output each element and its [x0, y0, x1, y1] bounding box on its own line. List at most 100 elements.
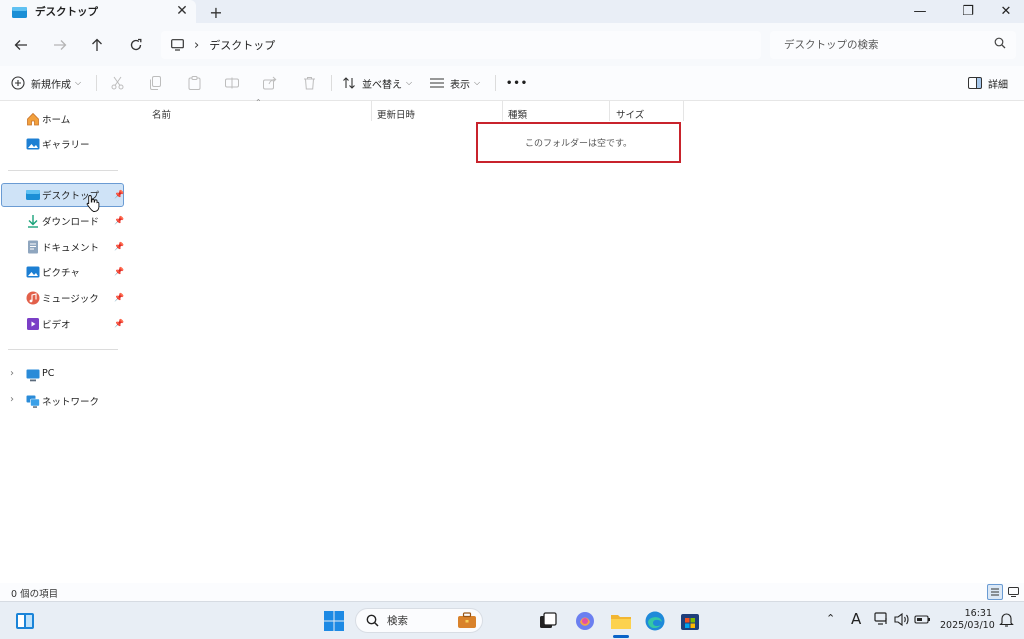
- sidebar-item-label: ピクチャ: [42, 268, 80, 279]
- search-box[interactable]: [770, 31, 1016, 59]
- pin-icon: 📌: [114, 319, 124, 328]
- column-divider[interactable]: [502, 101, 503, 121]
- column-divider[interactable]: [683, 101, 684, 121]
- taskbar-search[interactable]: 検索: [355, 608, 483, 633]
- music-icon: [26, 291, 40, 305]
- view-lines-icon: [430, 77, 444, 89]
- sidebar-item-label: ミュージック: [42, 294, 99, 305]
- pin-icon: 📌: [114, 293, 124, 302]
- sidebar-item-label: ネットワーク: [42, 397, 100, 408]
- address-bar[interactable]: › デスクトップ: [161, 31, 761, 59]
- back-arrow-icon[interactable]: [11, 35, 31, 55]
- sort-button[interactable]: 並べ替え ⌵: [342, 72, 412, 94]
- chevron-right-icon[interactable]: ›: [10, 368, 14, 379]
- rename-icon[interactable]: [221, 72, 243, 94]
- delete-icon[interactable]: [298, 72, 320, 94]
- details-label: 詳細: [988, 79, 1008, 91]
- details-pane-button[interactable]: 詳細: [968, 72, 1008, 94]
- documents-icon: [26, 240, 40, 254]
- details-pane-icon: [968, 77, 982, 89]
- close-button[interactable]: ✕: [986, 1, 1024, 21]
- display-network-icon[interactable]: [874, 612, 890, 631]
- chevron-right-icon[interactable]: ›: [10, 394, 14, 405]
- sidebar-item-label: ダウンロード: [42, 217, 100, 228]
- ime-indicator[interactable]: A: [851, 610, 861, 628]
- search-input[interactable]: [782, 38, 986, 52]
- breadcrumb-desktop[interactable]: デスクトップ: [209, 37, 275, 53]
- toolbar-divider: [331, 75, 332, 91]
- clock[interactable]: 16:31 2025/03/10: [940, 608, 995, 632]
- new-button[interactable]: 新規作成 ⌵: [11, 72, 81, 94]
- navigation-pane: ホーム ギャラリー デスクトップ 📌 ダウンロード 📌 ドキュメント 📌 ピクチ…: [0, 101, 124, 583]
- pc-icon: [26, 368, 40, 382]
- gallery-icon: [26, 137, 40, 151]
- search-icon: [366, 614, 379, 627]
- column-header-size[interactable]: サイズ: [616, 107, 644, 121]
- briefcase-icon: [457, 611, 477, 630]
- empty-message-text: このフォルダーは空です。: [524, 139, 633, 149]
- pin-icon: 📌: [114, 216, 124, 225]
- sidebar-item-desktop[interactable]: デスクトップ 📌: [1, 183, 124, 207]
- show-hidden-icons-chevron-icon[interactable]: ⌃: [826, 612, 835, 625]
- sidebar-item-label: PC: [42, 368, 55, 379]
- volume-icon[interactable]: [894, 612, 910, 631]
- sidebar-item-videos[interactable]: ビデオ 📌: [1, 312, 124, 336]
- microsoft-store-icon[interactable]: [679, 610, 701, 632]
- tab-close-icon[interactable]: ✕: [174, 3, 190, 19]
- widgets-icon[interactable]: [14, 610, 36, 632]
- clock-date: 2025/03/10: [940, 620, 995, 631]
- column-header-name[interactable]: 名前: [152, 107, 171, 121]
- chevron-down-icon: ⌵: [75, 78, 82, 87]
- file-list-area[interactable]: ⌃ 名前 更新日時 種類 サイズ このフォルダーは空です。: [124, 98, 1024, 583]
- copy-icon[interactable]: [144, 72, 166, 94]
- column-divider[interactable]: [609, 101, 610, 121]
- sidebar-item-home[interactable]: ホーム: [1, 107, 124, 131]
- sidebar-item-documents[interactable]: ドキュメント 📌: [1, 235, 124, 259]
- chevron-down-icon: ⌵: [406, 78, 413, 87]
- pin-icon: 📌: [114, 242, 124, 251]
- sidebar-item-label: ギャラリー: [42, 140, 90, 151]
- maximize-button[interactable]: ❐: [948, 1, 988, 21]
- sidebar-divider: [8, 170, 118, 171]
- sidebar-item-label: ドキュメント: [42, 243, 100, 254]
- toolbar-divider: [96, 75, 97, 91]
- sidebar-item-pictures[interactable]: ピクチャ 📌: [1, 260, 124, 284]
- sidebar-item-pc[interactable]: › PC: [1, 363, 124, 387]
- new-tab-button[interactable]: +: [207, 3, 225, 22]
- view-button[interactable]: 表示 ⌵: [430, 72, 480, 94]
- column-header-modified[interactable]: 更新日時: [377, 107, 415, 121]
- battery-icon[interactable]: [914, 612, 931, 631]
- title-bar: デスクトップ ✕ + — ❐ ✕: [0, 0, 1024, 23]
- status-bar: 0 個の項目: [0, 583, 1024, 601]
- refresh-icon[interactable]: [126, 35, 146, 55]
- edge-browser-icon[interactable]: [644, 610, 666, 632]
- forward-arrow-icon[interactable]: [50, 35, 70, 55]
- paste-icon[interactable]: [183, 72, 205, 94]
- taskbar-search-label: 検索: [387, 615, 408, 627]
- sidebar-item-network[interactable]: › ネットワーク: [1, 389, 124, 413]
- cut-icon[interactable]: [106, 72, 128, 94]
- column-header-type[interactable]: 種類: [508, 107, 527, 121]
- large-icons-view-icon[interactable]: [1005, 584, 1021, 600]
- notifications-icon[interactable]: [999, 612, 1014, 631]
- sort-arrows-icon: [342, 76, 356, 90]
- empty-folder-message: このフォルダーは空です。: [476, 122, 681, 163]
- sidebar-item-music[interactable]: ミュージック 📌: [1, 286, 124, 310]
- copilot-icon[interactable]: [574, 610, 596, 632]
- minimize-button[interactable]: —: [900, 1, 940, 21]
- task-view-icon[interactable]: [537, 610, 559, 632]
- command-bar: 新規作成 ⌵ 並べ替え ⌵ 表示 ⌵ ••• 詳細: [0, 66, 1024, 101]
- details-view-icon[interactable]: [987, 584, 1003, 600]
- up-arrow-icon[interactable]: [87, 35, 107, 55]
- chevron-right-icon: ›: [194, 37, 200, 53]
- more-options-button[interactable]: •••: [506, 72, 528, 94]
- new-label: 新規作成: [31, 79, 71, 91]
- share-icon[interactable]: [259, 72, 281, 94]
- start-windows-icon[interactable]: [323, 610, 345, 632]
- sidebar-item-gallery[interactable]: ギャラリー: [1, 132, 124, 156]
- tab-desktop[interactable]: デスクトップ ✕: [0, 0, 196, 23]
- column-divider[interactable]: [371, 101, 372, 121]
- sidebar-item-downloads[interactable]: ダウンロード 📌: [1, 209, 124, 233]
- file-explorer-icon[interactable]: [610, 610, 632, 632]
- hand-cursor-icon: [86, 195, 100, 212]
